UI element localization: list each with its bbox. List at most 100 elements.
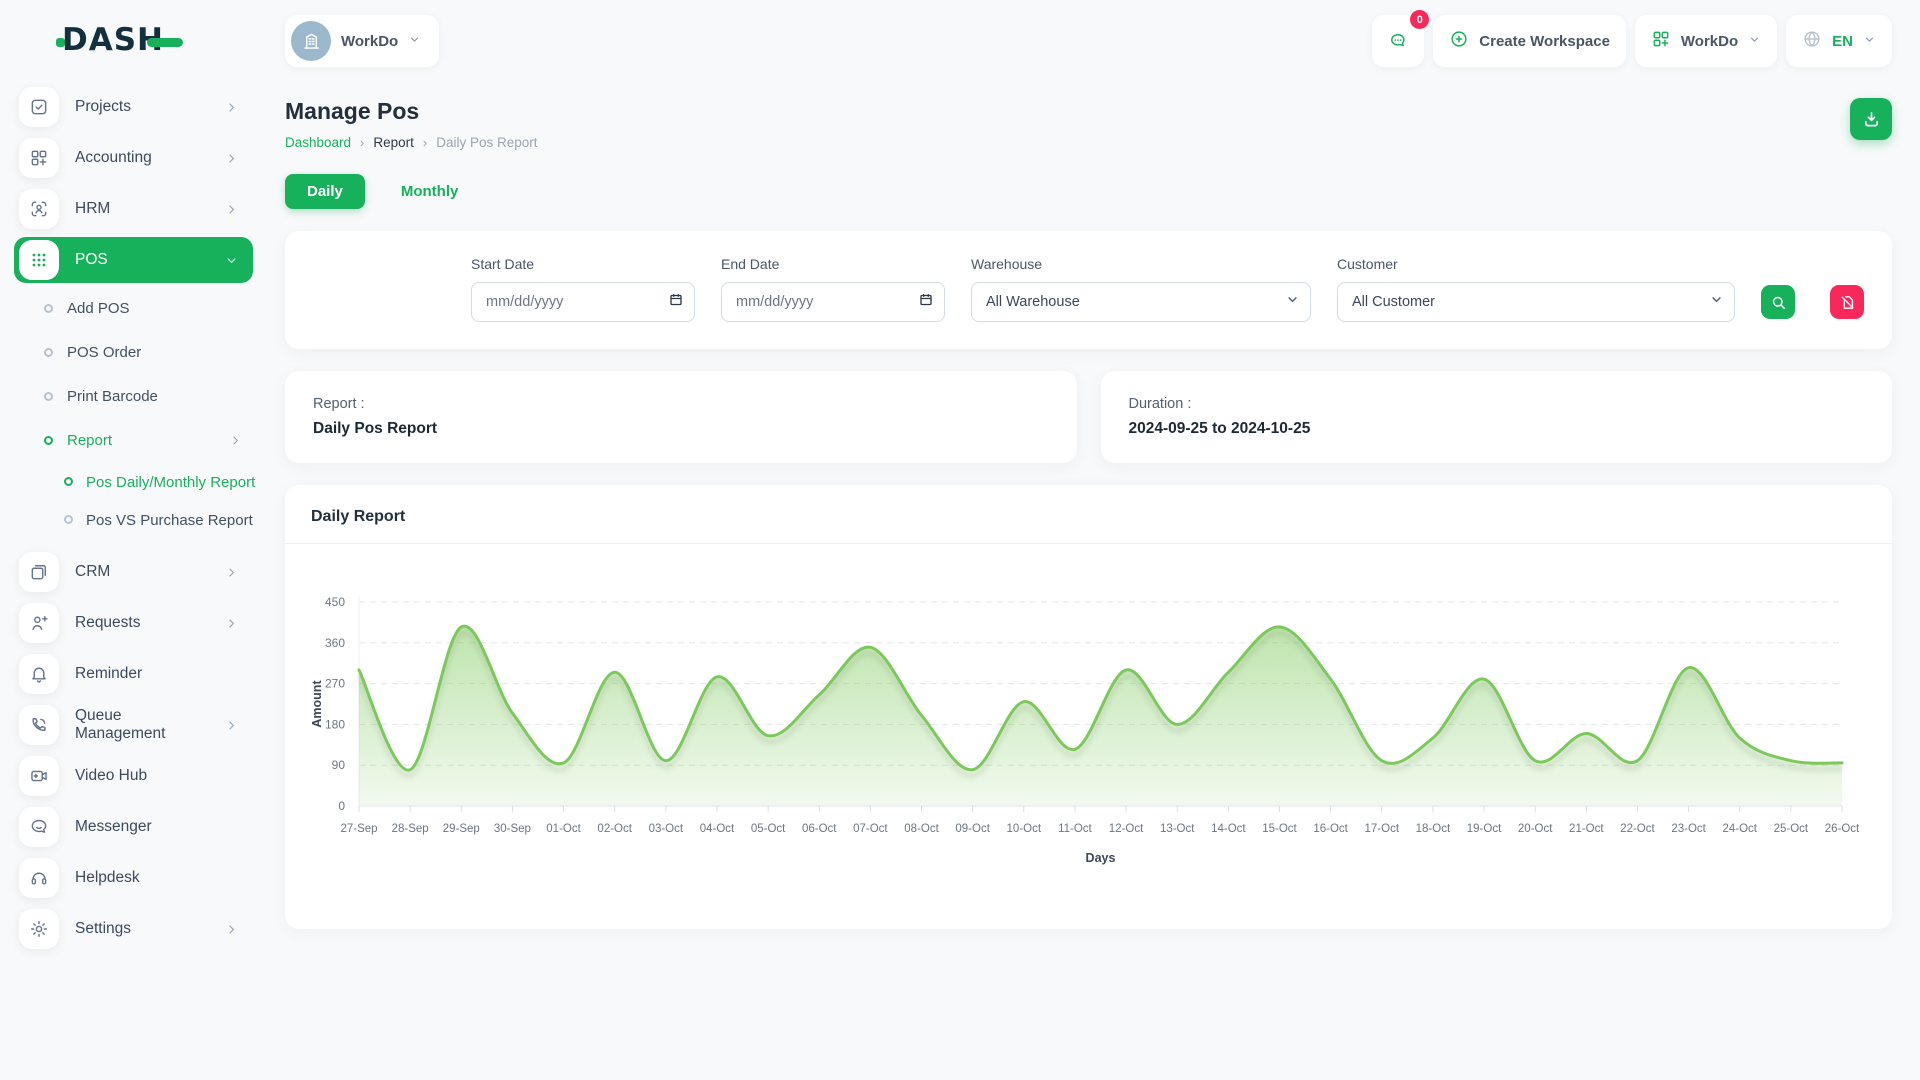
tab-daily[interactable]: Daily xyxy=(285,174,365,209)
chart-title: Daily Report xyxy=(285,485,1892,544)
svg-text:18-Oct: 18-Oct xyxy=(1416,823,1451,835)
svg-text:20-Oct: 20-Oct xyxy=(1518,823,1553,835)
sidebar-item-requests[interactable]: Requests xyxy=(14,600,253,646)
svg-text:360: 360 xyxy=(325,636,345,650)
main-area: WorkDo 0 Create Workspace WorkDo xyxy=(265,0,1920,1080)
sidebar-item-pos-order[interactable]: POS Order xyxy=(44,332,265,372)
sidebar-item-messenger[interactable]: Messenger xyxy=(14,804,253,850)
svg-text:04-Oct: 04-Oct xyxy=(700,823,735,835)
grid-dots-icon xyxy=(19,240,59,280)
sidebar-item-add-pos[interactable]: Add POS xyxy=(44,288,265,328)
headset-icon xyxy=(19,858,59,898)
breadcrumb: Dashboard›Report›Daily Pos Report xyxy=(285,135,538,150)
breadcrumb-report[interactable]: Report xyxy=(373,135,414,150)
svg-text:450: 450 xyxy=(325,595,345,609)
sidebar-item-helpdesk[interactable]: Helpdesk xyxy=(14,855,253,901)
sidebar-item-reminder[interactable]: Reminder xyxy=(14,651,253,697)
filter-card: Start Date End Date Warehouse All Wareho… xyxy=(285,231,1892,349)
sidebar-item-queue-management[interactable]: Queue Management xyxy=(14,702,253,748)
sidebar-item-label: HRM xyxy=(75,200,110,218)
sidebar-item-pos-vs-purchase-report[interactable]: Pos VS Purchase Report xyxy=(64,502,269,540)
svg-text:28-Sep: 28-Sep xyxy=(392,823,429,835)
warehouse-field: Warehouse All Warehouse xyxy=(971,256,1311,322)
tab-monthly[interactable]: Monthly xyxy=(379,174,481,209)
svg-text:180: 180 xyxy=(325,717,345,731)
reset-icon xyxy=(1839,294,1856,311)
user-plus-icon xyxy=(19,603,59,643)
report-summary-card: Report : Daily Pos Report xyxy=(285,371,1077,463)
svg-text:Amount: Amount xyxy=(310,680,324,728)
duration-label: Duration : xyxy=(1129,396,1865,412)
download-icon xyxy=(1861,109,1882,130)
customer-select[interactable]: All Customer xyxy=(1337,282,1735,322)
reset-button[interactable] xyxy=(1830,285,1864,319)
sidebar-item-settings[interactable]: Settings xyxy=(14,906,253,952)
svg-text:02-Oct: 02-Oct xyxy=(597,823,632,835)
sidebar-nav: Projects Accounting HRM POS Add POSPOS Order… xyxy=(14,84,265,952)
chart-svg: 09018027036045027-Sep28-Sep29-Sep30-Sep0… xyxy=(305,556,1865,891)
sidebar-item-label: POS xyxy=(75,251,108,269)
chevron-down-icon xyxy=(408,33,421,50)
chevron-right-icon: › xyxy=(360,135,364,150)
end-date-field: End Date xyxy=(721,256,945,322)
breadcrumb-dashboard[interactable]: Dashboard xyxy=(285,135,351,150)
bullet-icon xyxy=(44,348,53,357)
sidebar-item-label: Projects xyxy=(75,98,131,116)
sidebar-item-label: CRM xyxy=(75,563,110,581)
workspace-avatar xyxy=(291,21,331,61)
duration-value: 2024-09-25 to 2024-10-25 xyxy=(1129,420,1865,438)
language-selector[interactable]: EN xyxy=(1786,15,1892,67)
bullet-icon xyxy=(64,515,73,524)
sidebar-item-pos[interactable]: POS xyxy=(14,237,253,283)
chat-icon xyxy=(1388,31,1408,51)
svg-text:03-Oct: 03-Oct xyxy=(649,823,684,835)
workspace-selector[interactable]: WorkDo xyxy=(285,15,439,67)
sidebar-item-projects[interactable]: Projects xyxy=(14,84,253,130)
svg-text:29-Sep: 29-Sep xyxy=(443,823,480,835)
summary-row: Report : Daily Pos Report Duration : 202… xyxy=(285,371,1892,463)
sidebar-item-hrm[interactable]: HRM xyxy=(14,186,253,232)
svg-text:12-Oct: 12-Oct xyxy=(1109,823,1144,835)
sidebar-item-label: Messenger xyxy=(75,818,152,836)
sidebar-item-label: Settings xyxy=(75,920,131,938)
download-button[interactable] xyxy=(1850,98,1892,140)
customer-label: Customer xyxy=(1337,256,1735,272)
sidebar-item-label: Accounting xyxy=(75,149,152,167)
end-date-input[interactable] xyxy=(721,282,945,322)
svg-text:16-Oct: 16-Oct xyxy=(1313,823,1348,835)
svg-text:06-Oct: 06-Oct xyxy=(802,823,837,835)
create-workspace-label: Create Workspace xyxy=(1479,33,1610,50)
sidebar-item-label: Requests xyxy=(75,614,140,632)
sidebar-item-print-barcode[interactable]: Print Barcode xyxy=(44,376,265,416)
brand-logo[interactable]: DASH xyxy=(14,12,265,68)
breadcrumb-daily-pos-report: Daily Pos Report xyxy=(436,135,537,150)
notifications-button[interactable]: 0 xyxy=(1372,15,1424,67)
sidebar-item-crm[interactable]: CRM xyxy=(14,549,253,595)
gear-icon xyxy=(19,909,59,949)
start-date-field: Start Date xyxy=(471,256,695,322)
sidebar-item-pos-daily-monthly-report[interactable]: Pos Daily/Monthly Report xyxy=(64,464,269,502)
bullet-icon xyxy=(44,436,53,445)
workspace-menu-label: WorkDo xyxy=(1681,33,1738,50)
create-workspace-button[interactable]: Create Workspace xyxy=(1433,15,1626,67)
sidebar-item-video-hub[interactable]: Video Hub xyxy=(14,753,253,799)
chevron-right-icon xyxy=(224,202,239,217)
sidebar-item-report[interactable]: Report xyxy=(44,420,265,460)
sidebar-item-label: Queue Management xyxy=(75,707,208,743)
scan-user-icon xyxy=(19,189,59,229)
search-button[interactable] xyxy=(1761,285,1795,319)
sidebar-item-accounting[interactable]: Accounting xyxy=(14,135,253,181)
frames-icon xyxy=(19,552,59,592)
start-date-input[interactable] xyxy=(471,282,695,322)
svg-text:08-Oct: 08-Oct xyxy=(904,823,939,835)
chevron-down-icon xyxy=(224,253,239,268)
svg-text:14-Oct: 14-Oct xyxy=(1211,823,1246,835)
svg-text:Days: Days xyxy=(1086,851,1116,865)
bullet-icon xyxy=(44,304,53,313)
chevron-down-icon xyxy=(1863,33,1876,50)
warehouse-select[interactable]: All Warehouse xyxy=(971,282,1311,322)
report-value: Daily Pos Report xyxy=(313,420,1049,438)
workspace-menu[interactable]: WorkDo xyxy=(1635,15,1777,67)
daily-report-card: Daily Report 09018027036045027-Sep28-Sep… xyxy=(285,485,1892,929)
chevron-right-icon xyxy=(224,565,239,580)
